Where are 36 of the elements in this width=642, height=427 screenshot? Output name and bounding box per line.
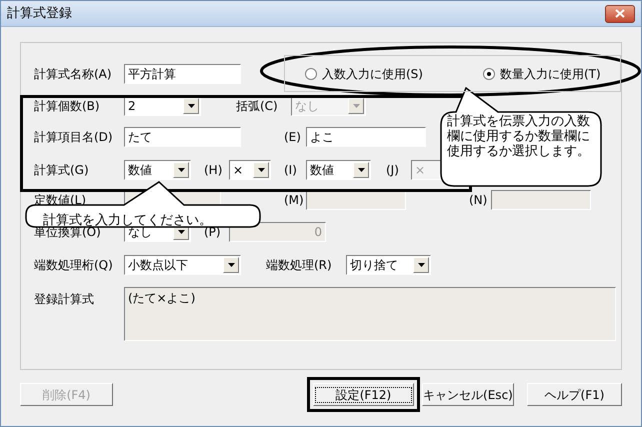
dialog-button[interactable]: ヘルプ(F1) [526, 383, 622, 406]
dropdown[interactable]: 切り捨て [346, 255, 431, 275]
field-label: 端数処理桁(Q) [34, 257, 113, 274]
field-label: 計算個数(B) [34, 98, 100, 115]
field-label: 計算式名称(A) [34, 66, 112, 82]
dialog-button[interactable]: キャンセル(Esc) [422, 383, 514, 406]
text-field[interactable]: (たて×よこ) [124, 287, 616, 341]
dropdown[interactable]: × [229, 160, 271, 180]
radio-option[interactable]: 数量入力に使用(T) [482, 64, 601, 82]
dropdown[interactable]: 数値 [124, 160, 191, 180]
field-label: (J) [386, 162, 399, 179]
close-button[interactable] [605, 4, 635, 22]
text-field[interactable]: たて [124, 127, 241, 147]
radio-button[interactable] [305, 68, 317, 80]
text-field[interactable] [491, 190, 591, 210]
text-field[interactable] [306, 190, 406, 210]
close-icon [615, 9, 625, 18]
field-label: 計算項目名(D) [34, 129, 113, 146]
callout-text: 計算式を伝票入力の入数欄に使用するか数量欄に使用するか選択します。 [447, 114, 591, 159]
field-label: (E) [284, 129, 301, 146]
text-field[interactable]: 平方計算 [124, 64, 241, 84]
dropdown[interactable]: 小数点以下 [124, 255, 241, 275]
field-label: 括弧(C) [236, 98, 278, 115]
text-field[interactable]: よこ [306, 127, 426, 147]
radio-option[interactable]: 入数入力に使用(S) [305, 64, 423, 82]
window-title: 計算式登録 [7, 4, 72, 23]
field-label: (N) [469, 192, 488, 209]
dropdown[interactable]: 数値 [306, 160, 371, 180]
field-label: (I) [284, 162, 297, 179]
dropdown[interactable]: 2 [124, 96, 201, 116]
field-label: 登録計算式 [34, 291, 94, 308]
field-label: 計算式(G) [34, 162, 89, 179]
field-label: (H) [204, 162, 222, 179]
radio-button[interactable] [482, 68, 495, 80]
field-label: 端数処理(R) [266, 257, 332, 274]
field-label: (M) [284, 192, 304, 209]
